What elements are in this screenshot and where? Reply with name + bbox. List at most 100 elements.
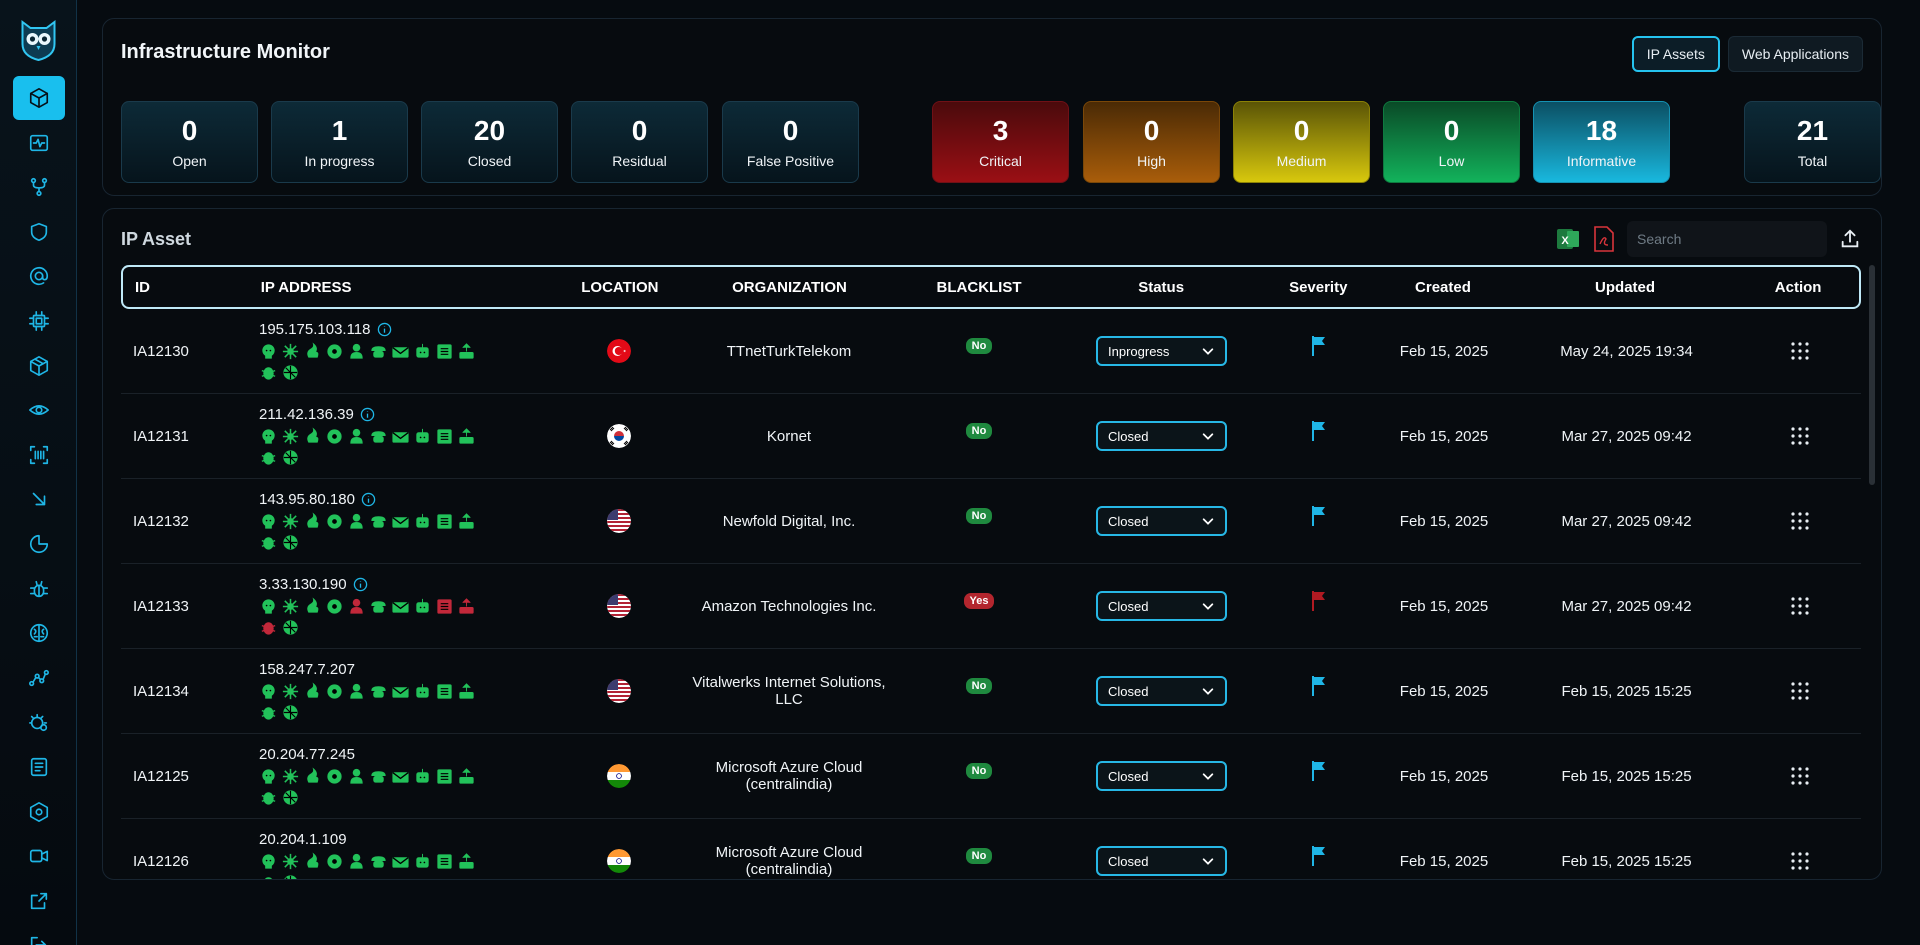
threat-intel-icon[interactable] [259,852,278,871]
sidebar-item-bug[interactable] [13,567,65,611]
threat-intel-icon[interactable] [369,342,388,361]
threat-intel-icon[interactable] [259,618,278,637]
upload-icon[interactable] [1837,225,1863,253]
threat-intel-icon[interactable] [347,597,366,616]
more-actions-icon[interactable] [1789,340,1811,362]
sidebar-item-chip[interactable] [13,299,65,343]
threat-intel-icon[interactable] [457,342,476,361]
threat-intel-icon[interactable] [259,703,278,722]
status-dropdown[interactable]: Closed [1096,591,1227,621]
threat-intel-icon[interactable] [457,852,476,871]
stat-total[interactable]: 21 Total [1744,101,1881,183]
stat-in-progress[interactable]: 1 In progress [271,101,408,183]
sidebar-item-shield[interactable] [13,210,65,254]
stat-closed[interactable]: 20 Closed [421,101,558,183]
threat-intel-icon[interactable] [325,512,344,531]
threat-intel-icon[interactable] [259,342,278,361]
stat-false-positive[interactable]: 0 False Positive [722,101,859,183]
stat-open[interactable]: 0 Open [121,101,258,183]
status-dropdown[interactable]: Closed [1096,421,1227,451]
threat-intel-icon[interactable] [303,852,322,871]
threat-intel-icon[interactable] [435,597,454,616]
sidebar-item-hexagon[interactable] [13,790,65,834]
threat-intel-icon[interactable] [347,427,366,446]
table-row[interactable]: IA12131 211.42.136.39 Kornet No Closed Feb 15… [121,394,1861,479]
excel-export-icon[interactable]: X [1555,225,1581,253]
threat-intel-icon[interactable] [325,767,344,786]
sidebar-item-external[interactable] [13,879,65,923]
threat-intel-icon[interactable] [457,682,476,701]
table-scrollbar[interactable] [1869,265,1875,485]
threat-intel-icon[interactable] [369,597,388,616]
threat-intel-icon[interactable] [413,852,432,871]
threat-intel-icon[interactable] [325,682,344,701]
threat-intel-icon[interactable] [259,533,278,552]
search-input[interactable] [1637,231,1818,247]
stat-informative[interactable]: 18 Informative [1533,101,1670,183]
more-actions-icon[interactable] [1789,425,1811,447]
threat-intel-icon[interactable] [347,852,366,871]
threat-intel-icon[interactable] [391,597,410,616]
sidebar-item-activity[interactable] [13,121,65,165]
threat-intel-icon[interactable] [413,682,432,701]
more-actions-icon[interactable] [1789,680,1811,702]
pdf-export-icon[interactable] [1591,225,1617,253]
threat-intel-icon[interactable] [391,512,410,531]
threat-intel-icon[interactable] [435,512,454,531]
threat-intel-icon[interactable] [303,342,322,361]
sidebar-item-logout[interactable] [13,923,65,945]
threat-intel-icon[interactable] [369,427,388,446]
table-row[interactable]: IA12133 3.33.130.190 Amazon Technologies I… [121,564,1861,649]
threat-intel-icon[interactable] [435,427,454,446]
threat-intel-icon[interactable] [259,767,278,786]
ip-address[interactable]: 158.247.7.207 [259,661,355,678]
threat-intel-icon[interactable] [281,852,300,871]
ip-address[interactable]: 3.33.130.190 [259,576,347,593]
col-location[interactable]: LOCATION [560,279,680,296]
threat-intel-icon[interactable] [281,703,300,722]
info-icon[interactable] [360,407,375,422]
status-dropdown[interactable]: Inprogress [1096,336,1227,366]
threat-intel-icon[interactable] [259,427,278,446]
status-dropdown[interactable]: Closed [1096,676,1227,706]
table-row[interactable]: IA12132 143.95.80.180 Newfold Digital, Inc… [121,479,1861,564]
info-icon[interactable] [361,492,376,507]
ip-address[interactable]: 20.204.1.109 [259,831,347,848]
threat-intel-icon[interactable] [325,427,344,446]
threat-intel-icon[interactable] [259,597,278,616]
threat-intel-icon[interactable] [457,597,476,616]
threat-intel-icon[interactable] [303,682,322,701]
threat-intel-icon[interactable] [413,512,432,531]
ip-address[interactable]: 195.175.103.118 [259,321,371,338]
threat-intel-icon[interactable] [369,767,388,786]
col-created[interactable]: Created [1373,279,1513,296]
sidebar-item-cube[interactable] [13,76,65,120]
threat-intel-icon[interactable] [413,427,432,446]
more-actions-icon[interactable] [1789,765,1811,787]
threat-intel-icon[interactable] [281,533,300,552]
threat-intel-icon[interactable] [303,767,322,786]
threat-intel-icon[interactable] [281,342,300,361]
table-row[interactable]: IA12125 20.204.77.245 Microsoft Azure Clou… [121,734,1861,819]
ip-address[interactable]: 20.204.77.245 [259,746,355,763]
threat-intel-icon[interactable] [281,873,300,881]
info-icon[interactable] [377,322,392,337]
threat-intel-icon[interactable] [369,852,388,871]
threat-intel-icon[interactable] [391,852,410,871]
stat-critical[interactable]: 3 Critical [932,101,1069,183]
threat-intel-icon[interactable] [259,448,278,467]
threat-intel-icon[interactable] [303,597,322,616]
threat-intel-icon[interactable] [369,512,388,531]
info-icon[interactable] [353,577,368,592]
col-id[interactable]: ID [123,279,261,296]
threat-intel-icon[interactable] [303,427,322,446]
threat-intel-icon[interactable] [281,427,300,446]
threat-intel-icon[interactable] [281,512,300,531]
sidebar-item-git-branch[interactable] [13,165,65,209]
stat-low[interactable]: 0 Low [1383,101,1520,183]
col-organization[interactable]: ORGANIZATION [680,279,899,296]
stat-residual[interactable]: 0 Residual [571,101,708,183]
threat-intel-icon[interactable] [259,873,278,881]
sidebar-item-settings-bug[interactable] [13,700,65,744]
threat-intel-icon[interactable] [281,788,300,807]
